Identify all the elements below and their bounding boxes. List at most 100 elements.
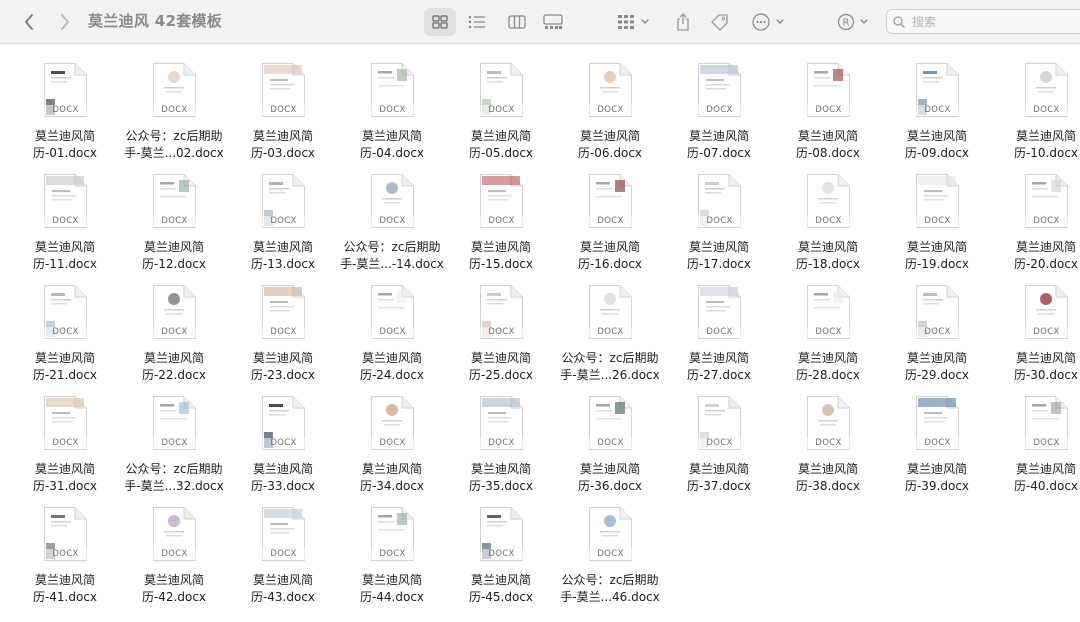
file-item[interactable]: DOCX 公众号：zc后期助 手-莫兰...46.docx [560,488,660,604]
file-item[interactable]: DOCX 莫兰迪风简 历-03.docx [233,44,333,160]
file-item[interactable]: DOCX 莫兰迪风简 历-44.docx [342,488,442,604]
file-type-label: DOCX [806,327,851,338]
docx-file-icon: DOCX [43,284,88,340]
file-name: 公众号：zc后期助 手-莫兰...46.docx [554,572,666,605]
icon-view-button[interactable] [424,8,456,36]
file-item[interactable]: DOCX 莫兰迪风简 历-28.docx [778,266,878,382]
file-name: 莫兰迪风简 历-39.docx [881,461,993,494]
file-item[interactable]: DOCX 莫兰迪风简 历-01.docx [15,44,115,160]
docx-file-icon: DOCX [479,506,524,562]
file-item[interactable]: DOCX 莫兰迪风简 历-45.docx [451,488,551,604]
file-type-label: DOCX [261,438,306,449]
share-button[interactable] [670,0,696,44]
file-item[interactable]: DOCX 公众号：zc后期助 手-莫兰...-14.docx [340,155,444,271]
docx-file-icon: DOCX [588,284,633,340]
file-name-line: 莫兰迪风简 [579,240,640,254]
file-item[interactable]: DOCX 公众号：zc后期助 手-莫兰...26.docx [560,266,660,382]
file-type-label: DOCX [915,438,960,449]
group-by-icon [618,15,649,29]
docx-file-icon: DOCX [370,173,415,229]
file-item[interactable]: DOCX 莫兰迪风简 历-18.docx [778,155,878,271]
file-name-line: 公众号：zc后期助 [561,351,659,365]
docx-file-icon: DOCX [43,506,88,562]
file-name: 莫兰迪风简 历-40.docx [990,461,1080,494]
file-item[interactable]: DOCX 莫兰迪风简 历-15.docx [451,155,551,271]
file-name-line: 莫兰迪风简 [579,462,640,476]
file-item[interactable]: DOCX 莫兰迪风简 历-08.docx [778,44,878,160]
file-item[interactable]: DOCX 公众号：zc后期助 手-莫兰...02.docx [124,44,224,160]
file-item[interactable]: DOCX 莫兰迪风简 历-05.docx [451,44,551,160]
docx-file-icon: DOCX [588,506,633,562]
file-item[interactable]: DOCX 莫兰迪风简 历-20.docx [996,155,1080,271]
file-item[interactable]: DOCX 莫兰迪风简 历-39.docx [887,377,987,493]
column-view-button[interactable] [502,0,532,44]
file-name-line: 公众号：zc后期助 [343,240,441,254]
back-button[interactable] [16,0,42,44]
file-item[interactable]: DOCX 莫兰迪风简 历-41.docx [15,488,115,604]
forward-button[interactable] [52,0,78,44]
file-item[interactable]: DOCX 莫兰迪风简 历-10.docx [996,44,1080,160]
file-item[interactable]: DOCX 莫兰迪风简 历-40.docx [996,377,1080,493]
file-item[interactable]: DOCX 莫兰迪风简 历-30.docx [996,266,1080,382]
docx-file-icon: DOCX [370,284,415,340]
search-input[interactable] [910,13,1064,30]
file-item[interactable]: DOCX 莫兰迪风简 历-06.docx [560,44,660,160]
file-item[interactable]: DOCX 莫兰迪风简 历-25.docx [451,266,551,382]
file-name-line: 莫兰迪风简 [34,573,95,587]
account-button[interactable]: R [834,0,874,44]
gallery-view-button[interactable] [538,0,568,44]
file-item[interactable]: DOCX 公众号：zc后期助 手-莫兰...32.docx [124,377,224,493]
file-item[interactable]: DOCX 莫兰迪风简 历-43.docx [233,488,333,604]
file-type-label: DOCX [261,549,306,560]
docx-file-icon: DOCX [697,395,742,451]
file-name-line: 历-45.docx [468,589,534,604]
file-item[interactable]: DOCX 莫兰迪风简 历-36.docx [560,377,660,493]
file-item[interactable]: DOCX 莫兰迪风简 历-17.docx [669,155,769,271]
file-item[interactable]: DOCX 莫兰迪风简 历-22.docx [124,266,224,382]
file-type-label: DOCX [261,327,306,338]
search-field[interactable] [886,9,1080,34]
file-type-label: DOCX [697,438,742,449]
file-name-line: 莫兰迪风简 [361,462,422,476]
file-item[interactable]: DOCX 莫兰迪风简 历-12.docx [124,155,224,271]
file-item[interactable]: DOCX 莫兰迪风简 历-13.docx [233,155,333,271]
file-type-label: DOCX [43,216,88,227]
file-item[interactable]: DOCX 莫兰迪风简 历-38.docx [778,377,878,493]
file-item[interactable]: DOCX 莫兰迪风简 历-07.docx [669,44,769,160]
file-name-line: 莫兰迪风简 [143,351,204,365]
file-item[interactable]: DOCX 莫兰迪风简 历-19.docx [887,155,987,271]
tag-button[interactable] [706,0,734,44]
file-item[interactable]: DOCX 莫兰迪风简 历-27.docx [669,266,769,382]
file-item[interactable]: DOCX 莫兰迪风简 历-11.docx [15,155,115,271]
file-item[interactable]: DOCX 莫兰迪风简 历-42.docx [124,488,224,604]
file-type-label: DOCX [43,105,88,116]
file-item[interactable]: DOCX 莫兰迪风简 历-23.docx [233,266,333,382]
file-item[interactable]: DOCX 莫兰迪风简 历-21.docx [15,266,115,382]
file-item[interactable]: DOCX 莫兰迪风简 历-31.docx [15,377,115,493]
group-by-button[interactable] [612,0,656,44]
file-name-line: 历-43.docx [250,589,316,604]
more-actions-button[interactable] [748,0,790,44]
list-view-button[interactable] [462,0,492,44]
file-name-line: 莫兰迪风简 [34,240,95,254]
file-name-line: 历-37.docx [686,478,752,493]
file-item[interactable]: DOCX 莫兰迪风简 历-09.docx [887,44,987,160]
file-type-label: DOCX [915,327,960,338]
docx-file-icon: DOCX [915,62,960,118]
docx-file-icon: DOCX [370,62,415,118]
file-item[interactable]: DOCX 莫兰迪风简 历-16.docx [560,155,660,271]
file-item[interactable]: DOCX 莫兰迪风简 历-33.docx [233,377,333,493]
file-name-line: 历-44.docx [359,589,425,604]
file-type-label: DOCX [697,327,742,338]
file-item[interactable]: DOCX 莫兰迪风简 历-04.docx [342,44,442,160]
docx-file-icon: DOCX [261,173,306,229]
docx-file-icon: DOCX [588,173,633,229]
registered-icon: R [837,13,868,31]
file-item[interactable]: DOCX 莫兰迪风简 历-37.docx [669,377,769,493]
file-item[interactable]: DOCX 莫兰迪风简 历-29.docx [887,266,987,382]
file-item[interactable]: DOCX 莫兰迪风简 历-34.docx [342,377,442,493]
docx-file-icon: DOCX [370,395,415,451]
file-item[interactable]: DOCX 莫兰迪风简 历-35.docx [451,377,551,493]
file-name: 莫兰迪风简 历-43.docx [227,572,339,605]
file-item[interactable]: DOCX 莫兰迪风简 历-24.docx [342,266,442,382]
